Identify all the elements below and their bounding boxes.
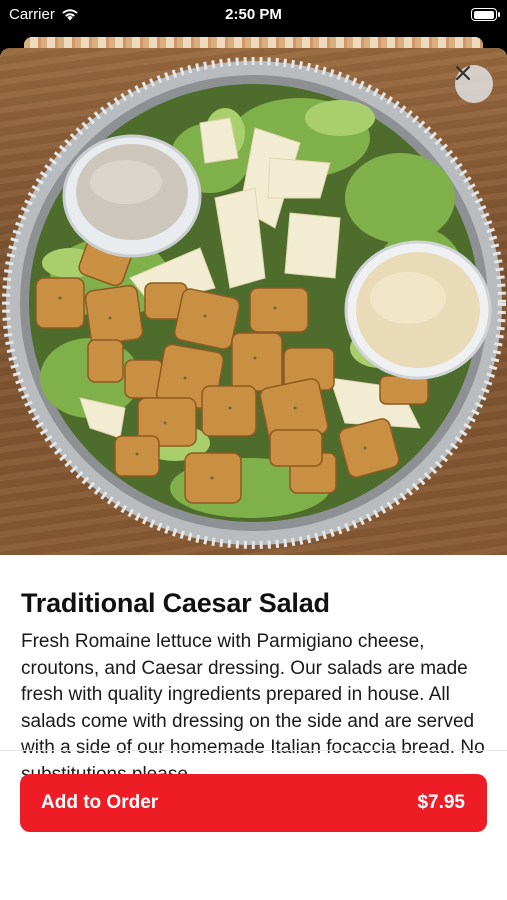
status-time: 2:50 PM — [225, 6, 282, 23]
item-price: $7.95 — [417, 792, 465, 813]
item-details: Traditional Caesar Salad Fresh Romaine l… — [21, 588, 486, 788]
close-icon — [455, 65, 471, 81]
item-title: Traditional Caesar Salad — [21, 588, 330, 618]
item-detail-sheet: Traditional Caesar Salad Fresh Romaine l… — [0, 48, 507, 900]
battery-icon — [471, 8, 500, 21]
battery-fill — [473, 10, 494, 19]
item-description: Fresh Romaine lettuce with Parmigiano ch… — [21, 631, 485, 785]
footer-divider — [0, 750, 507, 751]
close-button[interactable] — [455, 65, 493, 103]
status-bar: Carrier 2:50 PM — [0, 0, 507, 30]
item-photo — [0, 48, 507, 555]
add-to-order-button[interactable]: Add to Order $7.95 — [20, 774, 487, 832]
add-to-order-label: Add to Order — [41, 792, 159, 813]
